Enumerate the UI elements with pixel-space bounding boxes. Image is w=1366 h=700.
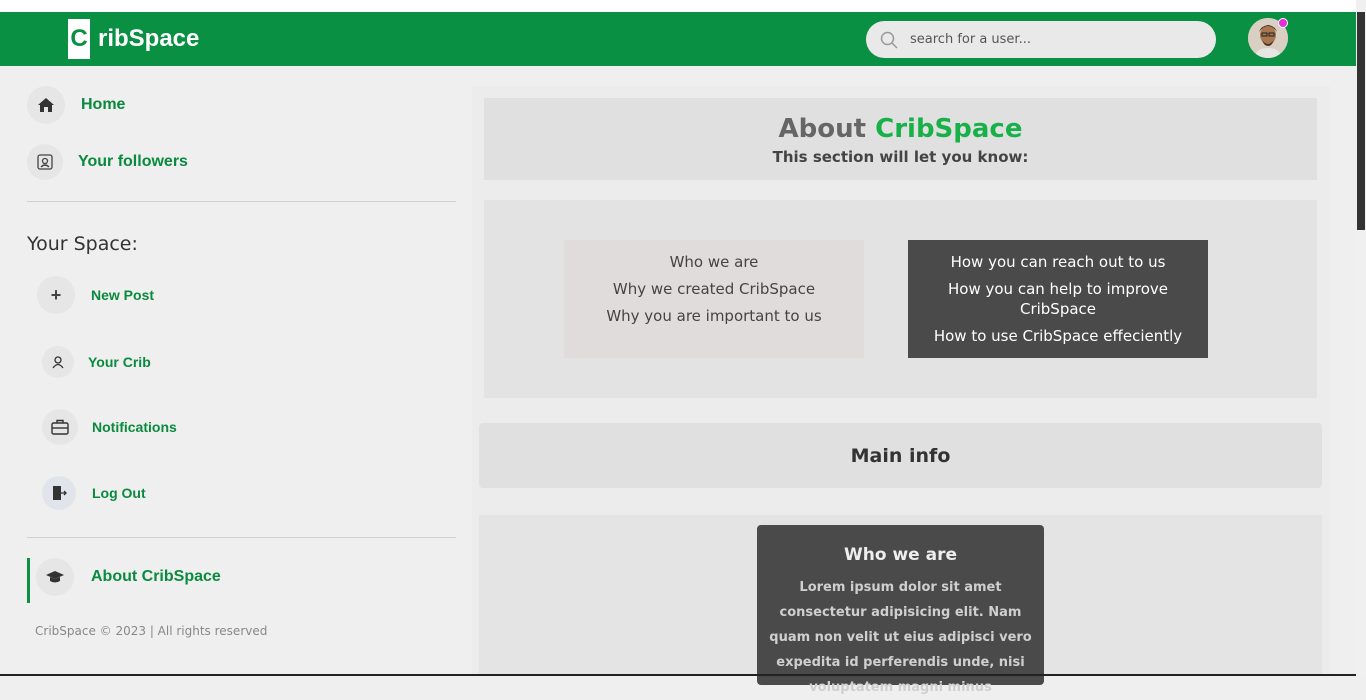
who-card: Who we are Lorem ipsum dolor sit amet co… bbox=[757, 525, 1044, 695]
search-bar[interactable] bbox=[866, 21, 1216, 58]
page-scrollbar[interactable] bbox=[1356, 0, 1366, 676]
topics-card-light: Who we are Why we created CribSpace Why … bbox=[564, 240, 864, 358]
log-out-icon bbox=[42, 476, 76, 510]
logo-letter: C bbox=[68, 19, 90, 59]
topic-item: Who we are bbox=[669, 253, 759, 271]
topic-item: How to use CribSpace effeciently bbox=[933, 327, 1183, 345]
topics-card-dark: How you can reach out to us How you can … bbox=[908, 240, 1208, 358]
topic-item: How you can help to improve CribSpace bbox=[948, 280, 1168, 318]
sidebar-item-followers[interactable]: Your followers bbox=[27, 144, 188, 180]
graduation-cap-icon bbox=[36, 558, 74, 596]
sidebar-item-log-out[interactable]: Log Out bbox=[42, 476, 146, 510]
topic-item: Why you are important to us bbox=[606, 307, 822, 325]
sidebar-divider bbox=[27, 537, 456, 538]
sidebar: Home Your followers Your Space: + New Po… bbox=[0, 66, 470, 676]
sidebar-item-label: Home bbox=[81, 96, 126, 113]
sidebar-item-your-crib[interactable]: Your Crib bbox=[42, 346, 151, 378]
sidebar-item-home[interactable]: Home bbox=[27, 86, 125, 124]
about-header: About CribSpace This section will let yo… bbox=[484, 98, 1317, 180]
page-title: About CribSpace bbox=[484, 114, 1317, 144]
topic-item: Why we created CribSpace bbox=[612, 280, 816, 298]
sidebar-item-label: Your Crib bbox=[88, 354, 151, 370]
briefcase-icon bbox=[42, 409, 78, 445]
who-title: Who we are bbox=[844, 545, 957, 565]
plus-icon: + bbox=[37, 276, 75, 314]
browser-top-strip bbox=[0, 0, 1366, 12]
sidebar-item-label: New Post bbox=[91, 287, 155, 303]
sidebar-item-label: About CribSpace bbox=[91, 568, 221, 585]
active-indicator bbox=[27, 558, 30, 603]
main-info-heading: Main info bbox=[479, 423, 1322, 488]
about-brand: CribSpace bbox=[875, 114, 1023, 144]
main-content: About CribSpace This section will let yo… bbox=[472, 86, 1330, 695]
contact-card-icon bbox=[27, 144, 63, 180]
who-text: Lorem ipsum dolor sit amet consectetur a… bbox=[769, 580, 1032, 695]
notification-dot bbox=[1278, 18, 1288, 28]
topic-item: How you can reach out to us bbox=[950, 253, 1166, 271]
about-prefix: About bbox=[778, 114, 867, 144]
logo[interactable]: C ribSpace bbox=[68, 19, 199, 59]
sidebar-item-label: Log Out bbox=[92, 485, 146, 501]
home-icon bbox=[27, 86, 65, 124]
top-header: C ribSpace bbox=[0, 12, 1356, 66]
logo-text: ribSpace bbox=[98, 25, 200, 52]
section-title: Your Space: bbox=[27, 233, 138, 255]
user-icon bbox=[42, 346, 74, 378]
sidebar-divider bbox=[27, 201, 456, 202]
scrollbar-thumb[interactable] bbox=[1357, 12, 1365, 230]
sidebar-item-label: Your followers bbox=[78, 153, 188, 170]
topics-section: Who we are Why we created CribSpace Why … bbox=[484, 200, 1317, 398]
sidebar-item-notifications[interactable]: Notifications bbox=[42, 409, 177, 445]
search-input[interactable] bbox=[910, 32, 1190, 47]
sidebar-item-new-post[interactable]: + New Post bbox=[37, 276, 154, 314]
who-section: Who we are Lorem ipsum dolor sit amet co… bbox=[479, 515, 1322, 695]
sidebar-item-about[interactable]: About CribSpace bbox=[36, 558, 221, 596]
page-subtitle: This section will let you know: bbox=[772, 148, 1029, 166]
sidebar-item-label: Notifications bbox=[92, 419, 177, 435]
search-icon bbox=[880, 31, 898, 49]
footer-copyright: CribSpace © 2023 | All rights reserved bbox=[35, 624, 268, 638]
